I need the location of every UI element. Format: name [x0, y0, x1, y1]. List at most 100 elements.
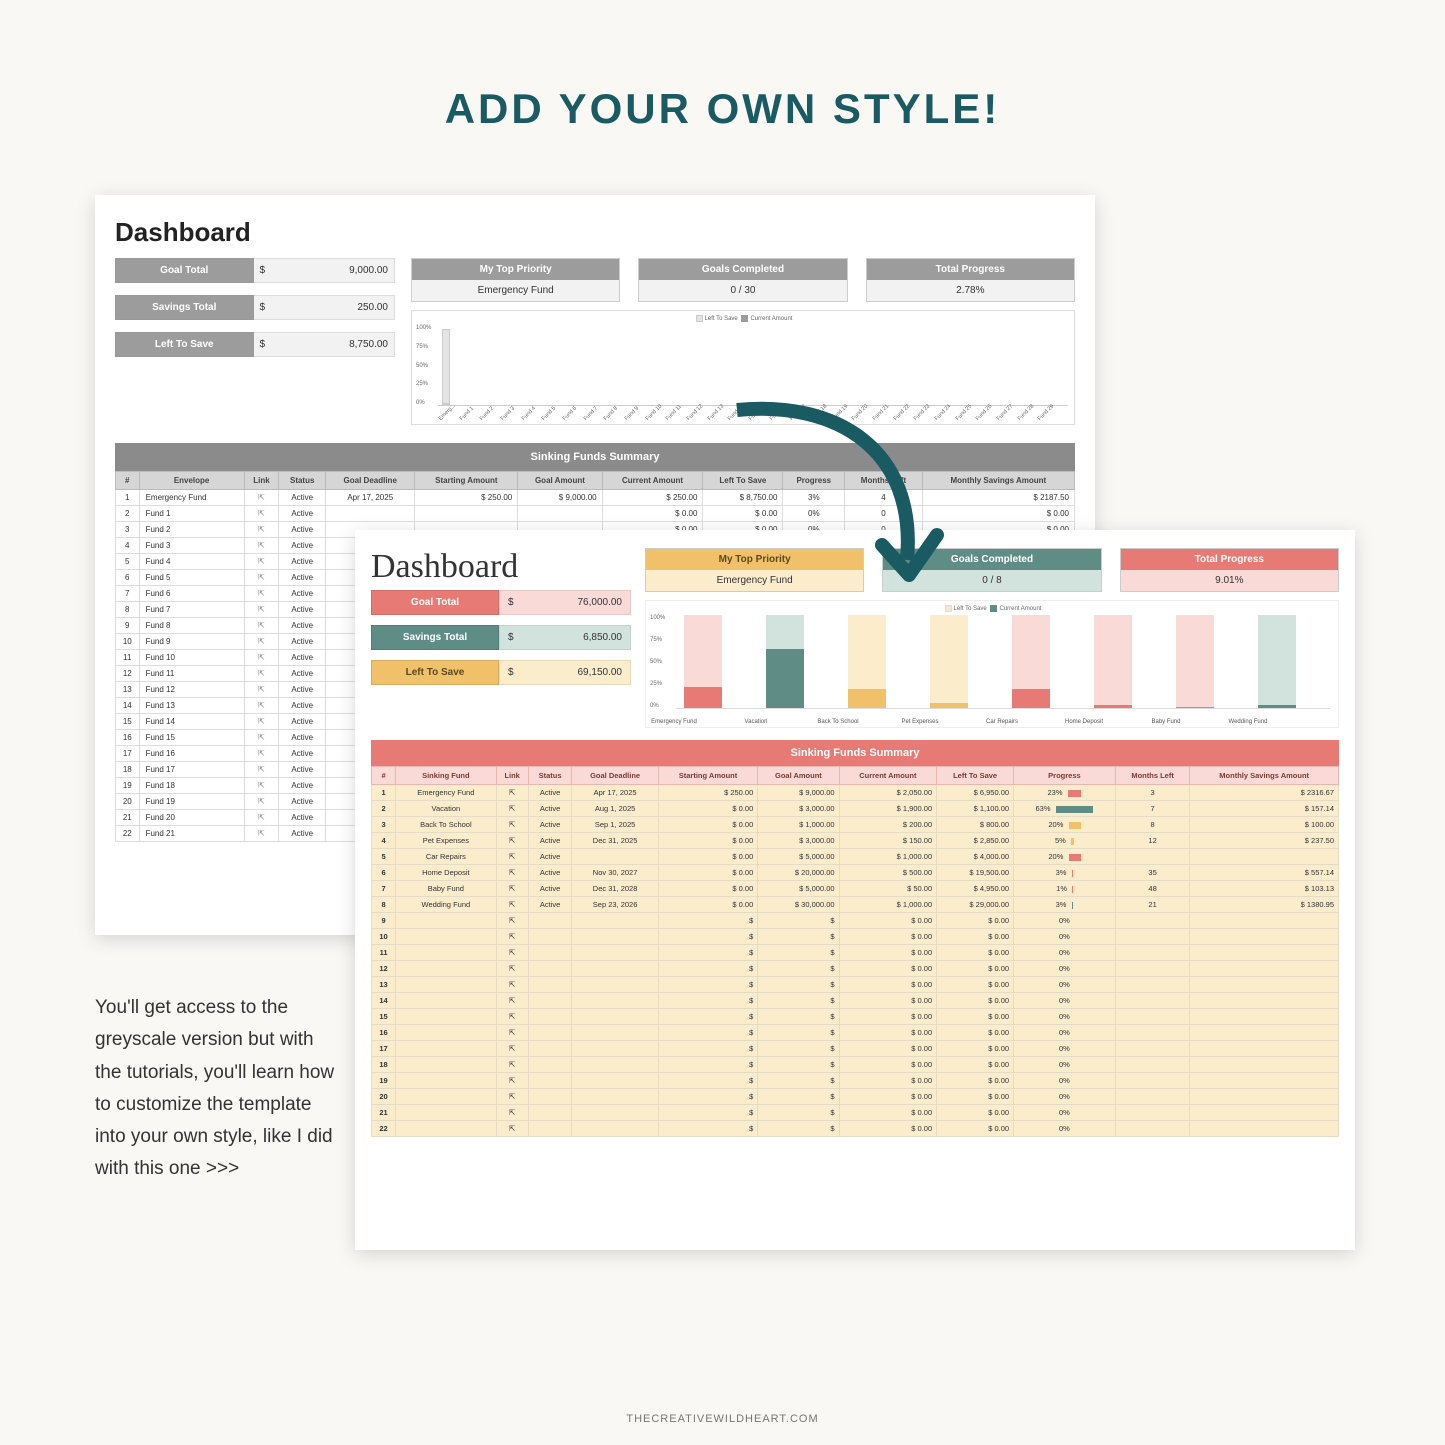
link-icon[interactable]: ⇱	[496, 913, 528, 929]
link-icon[interactable]: ⇱	[496, 849, 528, 865]
c-priority-label: My Top Priority	[646, 549, 863, 570]
link-icon[interactable]: ⇱	[244, 794, 279, 810]
table-row: 2Vacation⇱ActiveAug 1, 2025$ 0.00$ 3,000…	[372, 801, 1339, 817]
c-progress-value: 9.01%	[1121, 570, 1338, 591]
table-row: 19⇱$$$ 0.00$ 0.000%	[372, 1073, 1339, 1089]
c-left-label: Left To Save	[371, 660, 499, 685]
color-bar-chart: Left To Save Current Amount 100%75%50%25…	[645, 600, 1339, 728]
table-row: 10⇱$$$ 0.00$ 0.000%	[372, 929, 1339, 945]
link-icon[interactable]: ⇱	[496, 785, 528, 801]
link-icon[interactable]: ⇱	[496, 897, 528, 913]
link-icon[interactable]: ⇱	[496, 801, 528, 817]
savings-total-value: $250.00	[254, 295, 396, 320]
link-icon[interactable]: ⇱	[244, 490, 279, 506]
footer-url: THECREATIVEWILDHEART.COM	[0, 1413, 1445, 1425]
table-row: 15⇱$$$ 0.00$ 0.000%	[372, 1009, 1339, 1025]
color-summary-table: #Sinking FundLinkStatusGoal DeadlineStar…	[371, 766, 1339, 1137]
link-icon[interactable]: ⇱	[496, 1025, 528, 1041]
table-row: 1Emergency Fund⇱ActiveApr 17, 2025$ 250.…	[116, 490, 1075, 506]
link-icon[interactable]: ⇱	[496, 817, 528, 833]
total-progress-label: Total Progress	[867, 259, 1074, 280]
link-icon[interactable]: ⇱	[496, 865, 528, 881]
link-icon[interactable]: ⇱	[496, 945, 528, 961]
link-icon[interactable]: ⇱	[244, 522, 279, 538]
c-left-value: $69,150.00	[499, 660, 631, 685]
goals-completed-value: 0 / 30	[639, 280, 846, 301]
table-row: 13⇱$$$ 0.00$ 0.000%	[372, 977, 1339, 993]
table-row: 2Fund 1⇱Active$ 0.00$ 0.000%0$ 0.00	[116, 506, 1075, 522]
c-progress-label: Total Progress	[1121, 549, 1338, 570]
goals-completed-label: Goals Completed	[639, 259, 846, 280]
table-row: 16⇱$$$ 0.00$ 0.000%	[372, 1025, 1339, 1041]
link-icon[interactable]: ⇱	[244, 554, 279, 570]
link-icon[interactable]: ⇱	[496, 1105, 528, 1121]
left-to-save-label: Left To Save	[115, 332, 254, 357]
dashboard-title: Dashboard	[115, 217, 1075, 248]
table-row: 17⇱$$$ 0.00$ 0.000%	[372, 1041, 1339, 1057]
link-icon[interactable]: ⇱	[244, 714, 279, 730]
table-row: 22⇱$$$ 0.00$ 0.000%	[372, 1121, 1339, 1137]
table-row: 6Home Deposit⇱ActiveNov 30, 2027$ 0.00$ …	[372, 865, 1339, 881]
link-icon[interactable]: ⇱	[244, 602, 279, 618]
c-goals-value: 0 / 8	[883, 570, 1100, 591]
summary-title: Sinking Funds Summary	[115, 443, 1075, 471]
left-to-save-value: $8,750.00	[254, 332, 396, 357]
savings-total-label: Savings Total	[115, 295, 254, 320]
link-icon[interactable]: ⇱	[244, 730, 279, 746]
c-priority-value: Emergency Fund	[646, 570, 863, 591]
color-dashboard-card: Dashboard Goal Total $76,000.00 Savings …	[355, 530, 1355, 1250]
link-icon[interactable]: ⇱	[244, 682, 279, 698]
link-icon[interactable]: ⇱	[496, 929, 528, 945]
link-icon[interactable]: ⇱	[496, 881, 528, 897]
table-row: 3Back To School⇱ActiveSep 1, 2025$ 0.00$…	[372, 817, 1339, 833]
table-row: 8Wedding Fund⇱ActiveSep 23, 2026$ 0.00$ …	[372, 897, 1339, 913]
link-icon[interactable]: ⇱	[244, 698, 279, 714]
table-row: 7Baby Fund⇱ActiveDec 31, 2028$ 0.00$ 5,0…	[372, 881, 1339, 897]
link-icon[interactable]: ⇱	[244, 826, 279, 842]
table-row: 9⇱$$$ 0.00$ 0.000%	[372, 913, 1339, 929]
goal-total-value: $9,000.00	[254, 258, 396, 283]
grey-bar-chart: Left To Save Current Amount 100%75%50%25…	[411, 310, 1075, 425]
link-icon[interactable]: ⇱	[496, 993, 528, 1009]
link-icon[interactable]: ⇱	[244, 746, 279, 762]
link-icon[interactable]: ⇱	[496, 1041, 528, 1057]
link-icon[interactable]: ⇱	[244, 650, 279, 666]
link-icon[interactable]: ⇱	[244, 586, 279, 602]
link-icon[interactable]: ⇱	[496, 1009, 528, 1025]
link-icon[interactable]: ⇱	[244, 570, 279, 586]
table-row: 5Car Repairs⇱Active$ 0.00$ 5,000.00$ 1,0…	[372, 849, 1339, 865]
table-row: 1Emergency Fund⇱ActiveApr 17, 2025$ 250.…	[372, 785, 1339, 801]
link-icon[interactable]: ⇱	[244, 810, 279, 826]
link-icon[interactable]: ⇱	[496, 833, 528, 849]
link-icon[interactable]: ⇱	[496, 1089, 528, 1105]
link-icon[interactable]: ⇱	[244, 778, 279, 794]
c-goal-value: $76,000.00	[499, 590, 631, 615]
table-row: 4Pet Expenses⇱ActiveDec 31, 2025$ 0.00$ …	[372, 833, 1339, 849]
total-progress-value: 2.78%	[867, 280, 1074, 301]
link-icon[interactable]: ⇱	[244, 634, 279, 650]
priority-value: Emergency Fund	[412, 280, 619, 301]
dashboard-title-cursive: Dashboard	[371, 548, 631, 586]
table-row: 14⇱$$$ 0.00$ 0.000%	[372, 993, 1339, 1009]
link-icon[interactable]: ⇱	[244, 538, 279, 554]
table-row: 11⇱$$$ 0.00$ 0.000%	[372, 945, 1339, 961]
c-summary-title: Sinking Funds Summary	[371, 740, 1339, 766]
link-icon[interactable]: ⇱	[496, 961, 528, 977]
link-icon[interactable]: ⇱	[244, 506, 279, 522]
table-row: 20⇱$$$ 0.00$ 0.000%	[372, 1089, 1339, 1105]
body-copy: You'll get access to the greyscale versi…	[95, 992, 345, 1186]
table-row: 18⇱$$$ 0.00$ 0.000%	[372, 1057, 1339, 1073]
link-icon[interactable]: ⇱	[244, 666, 279, 682]
link-icon[interactable]: ⇱	[496, 1121, 528, 1137]
link-icon[interactable]: ⇱	[496, 1073, 528, 1089]
link-icon[interactable]: ⇱	[244, 762, 279, 778]
link-icon[interactable]: ⇱	[244, 618, 279, 634]
table-row: 12⇱$$$ 0.00$ 0.000%	[372, 961, 1339, 977]
c-goal-label: Goal Total	[371, 590, 499, 615]
link-icon[interactable]: ⇱	[496, 977, 528, 993]
link-icon[interactable]: ⇱	[496, 1057, 528, 1073]
table-row: 21⇱$$$ 0.00$ 0.000%	[372, 1105, 1339, 1121]
c-savings-label: Savings Total	[371, 625, 499, 650]
page-headline: ADD YOUR OWN STYLE!	[0, 0, 1445, 133]
c-savings-value: $6,850.00	[499, 625, 631, 650]
